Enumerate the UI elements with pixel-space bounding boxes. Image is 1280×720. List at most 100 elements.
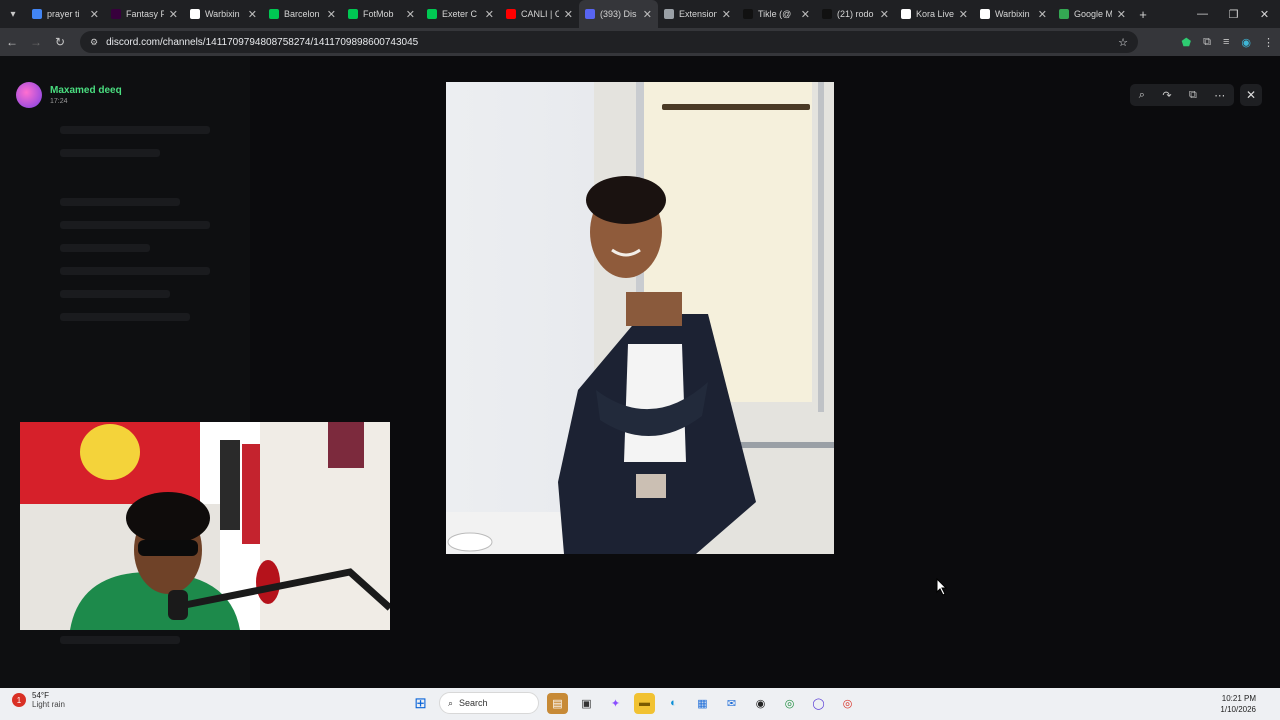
tab-title: FotMob	[363, 9, 394, 19]
tab-search-icon[interactable]: ▾	[0, 0, 26, 28]
browser-tab[interactable]: Warbixin ✕	[974, 0, 1053, 28]
browser-tab[interactable]: Barcelon ✕	[263, 0, 342, 28]
tab-close-icon[interactable]: ✕	[406, 8, 415, 21]
browser-tab[interactable]: (393) Dis ✕	[579, 0, 658, 28]
poster-name[interactable]: Maxamed deeq	[50, 85, 122, 96]
browser-tab[interactable]: Tikle (@ ✕	[737, 0, 816, 28]
tab-favicon-icon	[585, 9, 595, 19]
file-explorer-icon[interactable]: ▬	[634, 692, 655, 714]
browser-tab[interactable]: Exeter C ✕	[421, 0, 500, 28]
tab-close-icon[interactable]: ✕	[485, 8, 494, 21]
weather-widget[interactable]: 1 54°F Light rain	[12, 691, 65, 709]
attachment-poster: Maxamed deeq 17:24	[16, 82, 122, 108]
system-clock[interactable]: 10:21 PM 1/10/2026	[1220, 693, 1256, 715]
weather-condition: Light rain	[32, 700, 65, 709]
address-bar[interactable]: ⚙ discord.com/channels/14117097948087582…	[80, 31, 1138, 53]
zoom-icon[interactable]: ⌕	[1139, 89, 1145, 102]
tab-close-icon[interactable]: ✕	[327, 8, 336, 21]
browser-tab[interactable]: (21) rodo ✕	[816, 0, 895, 28]
url-text: discord.com/channels/1411709794808758274…	[106, 36, 419, 48]
task-view-icon[interactable]: ▣	[576, 693, 597, 714]
open-in-browser-icon[interactable]: ⧉	[1189, 89, 1197, 102]
forward-share-icon[interactable]: ↷	[1162, 89, 1171, 102]
browser-tab[interactable]: Google M ✕	[1053, 0, 1132, 28]
image-viewer-tools: ⌕ ↷ ⧉ ⋯	[1130, 84, 1234, 106]
close-viewer-button[interactable]: ✕	[1240, 84, 1262, 106]
forward-icon[interactable]: →	[24, 35, 48, 49]
tab-close-icon[interactable]: ✕	[801, 8, 810, 21]
tab-close-icon[interactable]: ✕	[643, 8, 652, 21]
tab-close-icon[interactable]: ✕	[1038, 8, 1047, 21]
media-icon[interactable]: ≡	[1223, 36, 1229, 48]
enlarged-image	[446, 82, 834, 554]
mail-icon[interactable]: ✉	[721, 693, 742, 714]
browser-tab[interactable]: Warbixin ✕	[184, 0, 263, 28]
tab-close-icon[interactable]: ✕	[90, 8, 99, 21]
taskbar-search[interactable]: ⌕ Search	[439, 692, 539, 714]
tab-title: Google M	[1074, 9, 1112, 19]
reload-icon[interactable]: ↻	[48, 35, 72, 49]
tab-title: (393) Dis	[600, 9, 637, 19]
more-options-icon[interactable]: ⋯	[1214, 89, 1225, 102]
tab-close-icon[interactable]: ✕	[880, 8, 889, 21]
app-icon[interactable]: ◯	[808, 693, 829, 714]
tab-favicon-icon	[427, 9, 437, 19]
chrome-profile-icon[interactable]: ◎	[837, 693, 858, 714]
back-icon[interactable]: ←	[0, 35, 24, 49]
tab-strip: ▾ prayer ti ✕ Fantasy P ✕ Warbixin ✕ Barcelon ✕…	[0, 0, 1280, 28]
tab-favicon-icon	[111, 9, 121, 19]
tab-title: Exeter C	[442, 9, 478, 19]
tab-favicon-icon	[269, 9, 279, 19]
shield-icon[interactable]: ⬟	[1182, 36, 1192, 49]
browser-tab[interactable]: FotMob ✕	[342, 0, 421, 28]
browser-tab[interactable]: Extension ✕	[658, 0, 737, 28]
avatar[interactable]	[16, 82, 42, 108]
browser-tab[interactable]: CANLI | C ✕	[500, 0, 579, 28]
poster-time: 17:24	[50, 98, 68, 105]
tab-favicon-icon	[1059, 9, 1069, 19]
browser-toolbar: ← → ↻ ⚙ discord.com/channels/14117097948…	[0, 28, 1280, 56]
tab-favicon-icon	[822, 9, 832, 19]
browser-tab[interactable]: prayer ti ✕	[26, 0, 105, 28]
new-tab-button[interactable]: +	[1132, 7, 1154, 22]
tab-title: Warbixin	[995, 9, 1030, 19]
tab-title: Warbixin	[205, 9, 240, 19]
menu-icon[interactable]: ⋮	[1263, 36, 1274, 49]
site-info-icon[interactable]: ⚙	[90, 37, 98, 48]
tab-close-icon[interactable]: ✕	[169, 8, 178, 21]
bookmark-star-icon[interactable]: ☆	[1118, 36, 1128, 49]
tab-favicon-icon	[743, 9, 753, 19]
tab-close-icon[interactable]: ✕	[722, 8, 731, 21]
tab-close-icon[interactable]: ✕	[959, 8, 968, 21]
tab-favicon-icon	[190, 9, 200, 19]
extensions-icon[interactable]: ⧉	[1203, 36, 1211, 49]
tab-favicon-icon	[664, 9, 674, 19]
tab-close-icon[interactable]: ✕	[248, 8, 257, 21]
tab-favicon-icon	[980, 9, 990, 19]
start-windows-icon[interactable]: ⊞	[410, 693, 431, 714]
tab-favicon-icon	[32, 9, 42, 19]
tab-title: Barcelon	[284, 9, 320, 19]
chrome-icon[interactable]: ◎	[779, 693, 800, 714]
tab-title: Tikle (@	[758, 9, 792, 19]
tab-favicon-icon	[348, 9, 358, 19]
browser-tab[interactable]: Fantasy P ✕	[105, 0, 184, 28]
tab-title: CANLI | C	[521, 9, 559, 19]
edge-icon[interactable]: ◐	[663, 693, 684, 714]
close-window-icon[interactable]: ✕	[1249, 0, 1280, 28]
clock-date: 1/10/2026	[1220, 705, 1256, 714]
store-icon[interactable]: ▦	[692, 693, 713, 714]
clock-time: 10:21 PM	[1221, 694, 1256, 703]
tab-title: Kora Live	[916, 9, 954, 19]
tab-close-icon[interactable]: ✕	[564, 8, 573, 21]
weather-alert-icon: 1	[12, 693, 26, 707]
profile-avatar[interactable]: ◉	[1241, 36, 1251, 49]
browser-tab[interactable]: Kora Live ✕	[895, 0, 974, 28]
weather-temp: 54°F	[32, 691, 49, 700]
minimize-icon[interactable]: —	[1187, 0, 1218, 28]
obs-icon[interactable]: ◉	[750, 693, 771, 714]
tab-close-icon[interactable]: ✕	[1117, 8, 1126, 21]
copilot-icon[interactable]: ✦	[605, 693, 626, 714]
restore-icon[interactable]: ❐	[1218, 0, 1249, 28]
widgets-icon[interactable]: ▤	[547, 692, 568, 714]
